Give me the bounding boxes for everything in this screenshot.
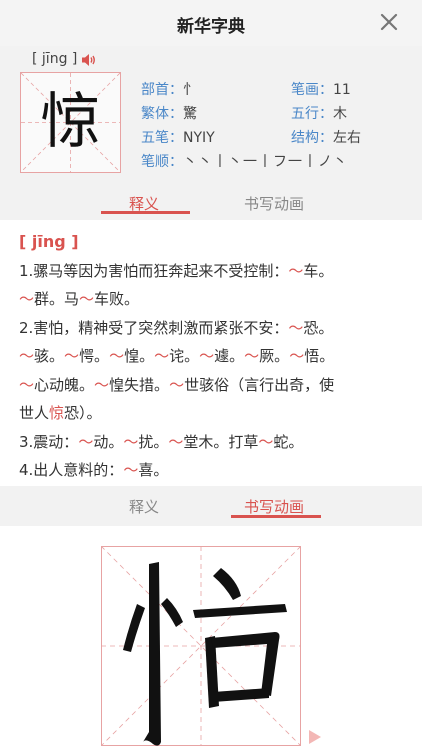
stroke-animation-panel	[0, 526, 422, 750]
definition-text: 车。	[303, 262, 334, 280]
definition-text: 心动魄。	[34, 376, 95, 394]
stroke-drawing	[123, 562, 287, 746]
headword-mark: ～	[123, 433, 139, 451]
definition-text: 车败。	[94, 290, 140, 308]
tab-bar-top: 释义 书写动画	[0, 190, 422, 222]
traditional-label: 繁体：	[141, 106, 183, 122]
headword-mark: ～	[154, 347, 170, 365]
definition-text: 1.骡马等因为害怕而狂奔起来不受控制：	[19, 262, 289, 280]
definition-text: 厥。	[259, 347, 290, 365]
headword-mark: ～	[288, 262, 304, 280]
headword-mark: ～	[258, 433, 274, 451]
definition-line: ～群。马～车败。	[19, 285, 409, 313]
tab-animation-sticky[interactable]: 书写动画	[244, 496, 304, 517]
animation-grid	[101, 546, 301, 746]
definition-text: 世骇俗（言行出奇，使	[184, 376, 335, 394]
definition-text: 世人	[19, 404, 50, 422]
strokes-label: 笔画：	[291, 82, 333, 98]
definition-text: 恐）。	[64, 404, 102, 422]
definition-text: 骇。	[34, 347, 65, 365]
tab-bar-sticky: 释义 书写动画	[0, 486, 422, 526]
tab-animation[interactable]: 书写动画	[244, 193, 304, 214]
wubi-value: NYIY	[183, 130, 215, 146]
radical-label: 部首：	[141, 82, 183, 98]
headword-mark: ～	[109, 347, 125, 365]
definition-line: 世人惊恐）。	[19, 399, 409, 427]
definition-text: 扰。	[138, 433, 169, 451]
app-header: 新华字典	[0, 0, 422, 46]
stroke-order-value: 丶丶丨丶一丨フ一丨ノ丶	[183, 154, 348, 170]
radical-field: 部首：忄	[141, 79, 197, 99]
definition-line: 1.骡马等因为害怕而狂奔起来不受控制：～车。	[19, 257, 409, 285]
definition-text: 喜。	[138, 461, 169, 479]
headword-mark: ～	[19, 376, 35, 394]
definition-line: ～骇。～愕。～惶。～诧。～遽。～厥。～悟。	[19, 342, 409, 370]
definition-line: 3.震动：～动。～扰。～堂木。打草～蛇。	[19, 428, 409, 456]
wubi-field: 五笔：NYIY	[141, 127, 215, 147]
headword-mark: ～	[79, 290, 95, 308]
wuxing-field: 五行：木	[291, 103, 347, 123]
headword-mark: ～	[123, 461, 139, 479]
play-icon[interactable]	[308, 729, 322, 745]
wuxing-label: 五行：	[291, 106, 333, 122]
headword-mark: ～	[94, 376, 110, 394]
headword-mark: ～	[169, 376, 185, 394]
traditional-field: 繁体：驚	[141, 103, 197, 123]
pinyin-label: [ jīng ]	[32, 51, 78, 67]
app-title: 新华字典	[177, 17, 245, 37]
definition-text: 蛇。	[273, 433, 304, 451]
structure-field: 结构：左右	[291, 127, 361, 147]
close-icon[interactable]	[376, 9, 402, 35]
definition-text: 惶失措。	[109, 376, 170, 394]
definition-text: 遽。	[214, 347, 245, 365]
headword-mark: ～	[78, 433, 94, 451]
definition-text: 3.震动：	[19, 433, 79, 451]
definition-text: 恐。	[303, 319, 334, 337]
active-tab-indicator	[101, 211, 190, 214]
definition-text: 2.害怕，精神受了突然刺激而紧张不安：	[19, 319, 289, 337]
definition-pinyin: [ jīng ]	[19, 232, 79, 251]
character-glyph: 惊	[40, 87, 101, 157]
structure-label: 结构：	[291, 130, 333, 146]
headword-mark: ～	[19, 290, 35, 308]
headword-mark: 惊	[49, 404, 65, 422]
tab-definition-sticky[interactable]: 释义	[129, 496, 159, 517]
wubi-label: 五笔：	[141, 130, 183, 146]
stroke-order-field: 笔顺：丶丶丨丶一丨フ一丨ノ丶	[141, 151, 348, 171]
definition-line: 4.出人意料的：～喜。	[19, 456, 409, 484]
headword-mark: ～	[288, 319, 304, 337]
radical-value: 忄	[183, 82, 197, 98]
definition-line: ～心动魄。～惶失措。～世骇俗（言行出奇，使	[19, 371, 409, 399]
strokes-field: 笔画：11	[291, 79, 351, 99]
headword-mark: ～	[289, 347, 305, 365]
traditional-value: 驚	[183, 106, 197, 122]
stroke-order-label: 笔顺：	[141, 154, 183, 170]
character-grid: 惊	[20, 72, 121, 173]
definition-text: 群。马	[34, 290, 80, 308]
headword-mark: ～	[19, 347, 35, 365]
strokes-value: 11	[333, 82, 351, 98]
headword-mark: ～	[244, 347, 260, 365]
definition-text: 诧。	[169, 347, 200, 365]
definition-text: 堂木。打草	[183, 433, 259, 451]
definition-text: 愕。	[79, 347, 110, 365]
wuxing-value: 木	[333, 106, 347, 122]
headword-mark: ～	[199, 347, 215, 365]
speaker-icon[interactable]	[81, 53, 97, 67]
definition-text: 4.出人意料的：	[19, 461, 124, 479]
headword-mark: ～	[64, 347, 80, 365]
definition-text: 动。	[93, 433, 124, 451]
active-tab-indicator-sticky	[231, 515, 321, 518]
definition-line: 2.害怕，精神受了突然刺激而紧张不安：～恐。	[19, 314, 409, 342]
definition-text: 惶。	[124, 347, 155, 365]
definition-content: [ jīng ] 1.骡马等因为害怕而狂奔起来不受控制：～车。 ～群。马～车败。 2…	[0, 222, 422, 486]
headword-mark: ～	[168, 433, 184, 451]
structure-value: 左右	[333, 130, 361, 146]
definition-text: 悟。	[304, 347, 335, 365]
